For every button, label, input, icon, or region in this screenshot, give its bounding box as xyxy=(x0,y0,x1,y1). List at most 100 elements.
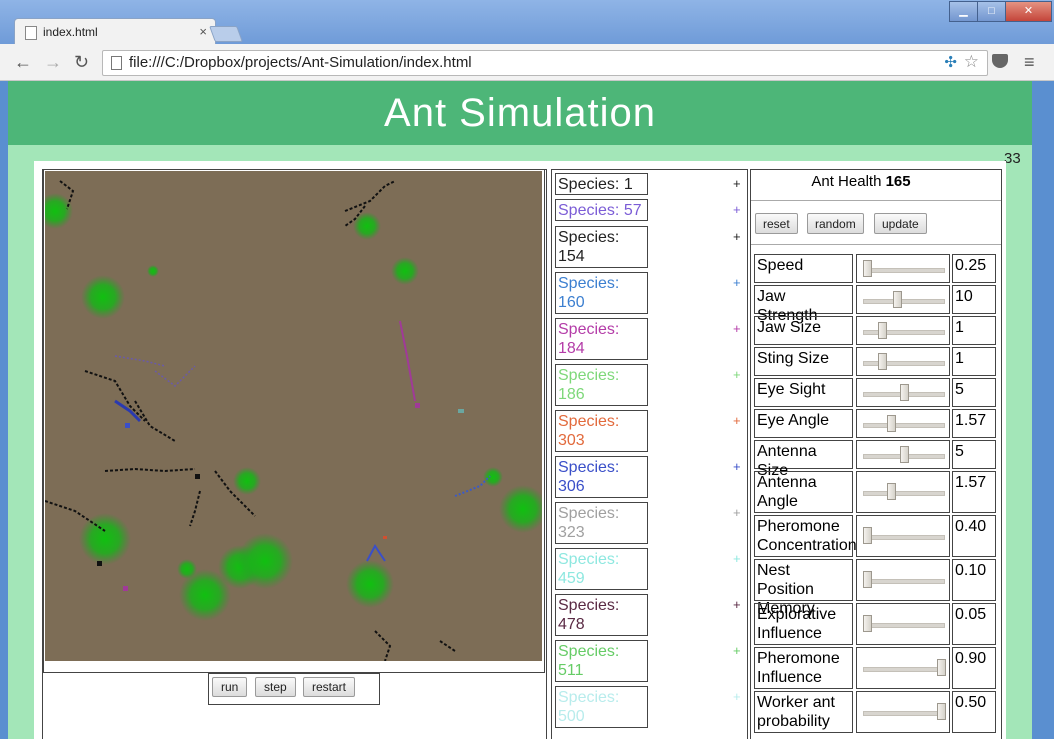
param-slider[interactable] xyxy=(856,603,950,645)
add-species-icon[interactable]: + xyxy=(733,202,741,217)
add-species-icon[interactable]: + xyxy=(733,597,741,612)
param-slider[interactable] xyxy=(856,440,950,469)
slider-track xyxy=(863,535,945,540)
slider-thumb[interactable] xyxy=(887,414,897,432)
slider-thumb[interactable] xyxy=(863,259,872,277)
slider-thumb[interactable] xyxy=(900,445,909,463)
bookmark-star-icon[interactable]: ☆ xyxy=(964,52,979,72)
param-slider[interactable] xyxy=(856,316,950,345)
ant-trail xyxy=(84,370,146,422)
param-name: Eye Sight xyxy=(754,378,853,407)
param-slider[interactable] xyxy=(856,285,950,314)
add-species-icon[interactable]: + xyxy=(733,176,741,191)
minimize-button[interactable]: ▁ xyxy=(949,1,978,22)
nest xyxy=(177,559,197,579)
ant-trail xyxy=(114,399,142,423)
ant-trail xyxy=(366,544,386,562)
tab-title: index.html xyxy=(43,25,98,39)
slider-thumb[interactable] xyxy=(877,321,887,339)
param-name: Pheromone Influence xyxy=(754,647,853,689)
param-slider[interactable] xyxy=(856,254,950,283)
slider-thumb[interactable] xyxy=(937,703,946,720)
param-row: Jaw Strength 10 xyxy=(754,285,998,324)
simulation-canvas[interactable] xyxy=(45,171,542,661)
menu-icon[interactable]: ≡ xyxy=(1024,52,1035,73)
species-item[interactable]: Species: 184 xyxy=(555,318,648,360)
add-species-icon[interactable]: + xyxy=(733,459,741,474)
slider-thumb[interactable] xyxy=(887,483,897,500)
browser-tab[interactable]: index.html × xyxy=(14,18,216,45)
nest xyxy=(233,467,261,495)
random-button[interactable]: random xyxy=(807,213,864,234)
add-species-icon[interactable]: + xyxy=(733,275,741,290)
param-value: 5 xyxy=(952,378,996,407)
slider-thumb[interactable] xyxy=(863,571,872,588)
param-slider[interactable] xyxy=(856,409,950,438)
species-item[interactable]: Species: 478 xyxy=(555,594,648,636)
reset-button[interactable]: reset xyxy=(755,213,798,234)
param-slider[interactable] xyxy=(856,559,950,601)
param-slider[interactable] xyxy=(856,471,950,513)
health-value: 165 xyxy=(885,173,911,190)
species-item[interactable]: Species: 154 xyxy=(555,226,648,268)
step-button[interactable]: step xyxy=(255,677,296,697)
species-item[interactable]: Species: 186 xyxy=(555,364,648,406)
species-item[interactable]: Species: 459 xyxy=(555,548,648,590)
main-content: run step restart Species: 1 + Species: 57 +… xyxy=(34,161,1006,739)
slider-thumb[interactable] xyxy=(900,383,909,401)
param-row: Antenna Angle 1.57 xyxy=(754,471,998,513)
add-species-icon[interactable]: + xyxy=(733,505,741,520)
param-row: Antenna Size 5 xyxy=(754,440,998,479)
slider-track xyxy=(863,711,945,716)
ant-trail xyxy=(439,640,456,652)
add-species-icon[interactable]: + xyxy=(733,367,741,382)
param-name: Antenna Size xyxy=(754,440,853,479)
address-bar[interactable]: file:///C:/Dropbox/projects/Ant-Simulati… xyxy=(102,50,988,76)
run-button[interactable]: run xyxy=(212,677,248,697)
param-slider[interactable] xyxy=(856,647,950,689)
param-name: Jaw Strength xyxy=(754,285,853,324)
add-species-icon[interactable]: + xyxy=(733,689,741,704)
new-tab-button[interactable] xyxy=(209,26,243,42)
close-icon[interactable]: × xyxy=(199,24,207,39)
title-bar: index.html × ▁ □ ✕ xyxy=(0,0,1054,45)
species-item[interactable]: Species: 57 xyxy=(555,199,648,221)
slider-thumb[interactable] xyxy=(863,527,872,544)
ant-health: Ant Health 165 xyxy=(751,173,971,190)
forward-icon[interactable]: → xyxy=(44,52,62,73)
add-species-icon[interactable]: + xyxy=(733,413,741,428)
param-slider[interactable] xyxy=(856,691,950,733)
species-item[interactable]: Species: 160 xyxy=(555,272,648,314)
slider-thumb[interactable] xyxy=(877,352,887,370)
ant xyxy=(383,536,387,539)
species-list: Species: 1 + Species: 57 + Species: 154 + Spec… xyxy=(551,169,748,739)
slider-thumb[interactable] xyxy=(937,659,946,676)
param-row: Worker ant probability 0.50 xyxy=(754,691,998,733)
slider-thumb[interactable] xyxy=(892,290,902,308)
ant xyxy=(415,403,420,408)
slider-thumb[interactable] xyxy=(863,615,872,632)
add-species-icon[interactable]: + xyxy=(733,229,741,244)
species-item[interactable]: Species: 500 xyxy=(555,686,648,728)
param-slider[interactable] xyxy=(856,515,950,557)
back-icon[interactable]: ← xyxy=(14,52,32,73)
add-species-icon[interactable]: + xyxy=(733,643,741,658)
reload-icon[interactable]: ↻ xyxy=(74,52,89,73)
restart-button[interactable]: restart xyxy=(303,677,356,697)
species-item[interactable]: Species: 511 xyxy=(555,640,648,682)
param-slider[interactable] xyxy=(856,378,950,407)
param-slider[interactable] xyxy=(856,347,950,376)
species-item[interactable]: Species: 323 xyxy=(555,502,648,544)
pocket-icon[interactable] xyxy=(992,54,1008,68)
species-item[interactable]: Species: 306 xyxy=(555,456,648,498)
param-value: 1 xyxy=(952,347,996,376)
species-item[interactable]: Species: 303 xyxy=(555,410,648,452)
species-item[interactable]: Species: 1 xyxy=(555,173,648,195)
update-button[interactable]: update xyxy=(874,213,927,234)
extension-icon[interactable]: ✣ xyxy=(944,53,957,71)
window-close-button[interactable]: ✕ xyxy=(1005,1,1052,22)
simulation-drawing xyxy=(45,180,542,661)
maximize-button[interactable]: □ xyxy=(977,1,1006,22)
add-species-icon[interactable]: + xyxy=(733,321,741,336)
add-species-icon[interactable]: + xyxy=(733,551,741,566)
